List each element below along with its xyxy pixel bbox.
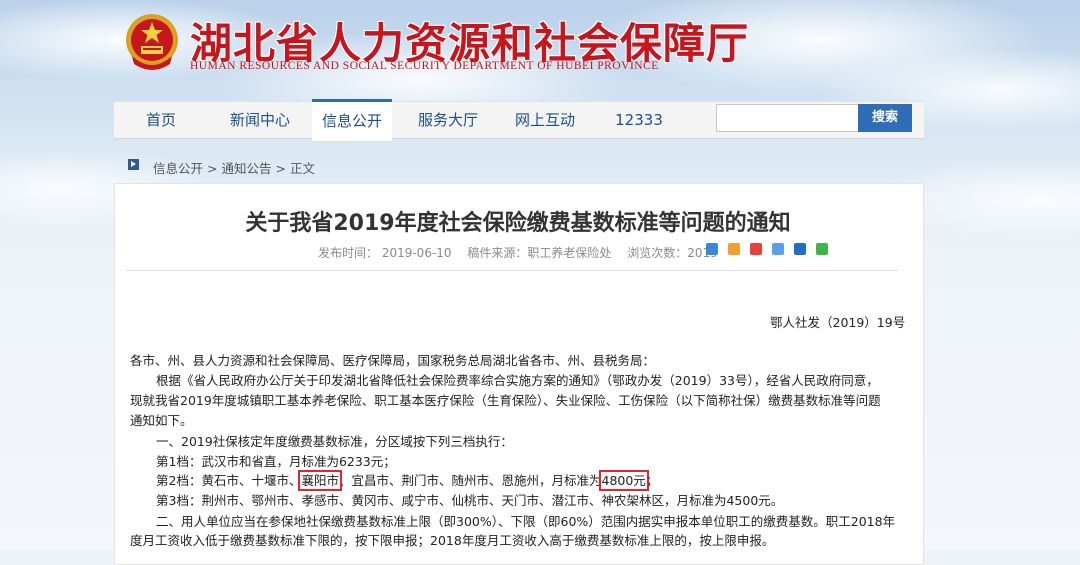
breadcrumb-notices[interactable]: 通知公告 <box>221 161 271 176</box>
article-source: 稿件来源：职工养老保险处 <box>467 246 612 260</box>
section-1-heading: 一、2019社保核定年度缴费基数标准，分区域按下列三档执行： <box>156 434 513 449</box>
view-count: 浏览次数：2019 <box>627 246 718 260</box>
paragraph-intro-line-2: 现就我省2019年度城镇职工基本养老保险、职工基本医疗保险（生育保险）、失业保险… <box>130 393 881 408</box>
national-emblem-icon <box>126 14 178 70</box>
tier-1-line: 第1档：武汉市和省直，月标准为6233元； <box>156 454 396 469</box>
tier-2-prefix: 第2档：黄石市、十堰市、 <box>156 473 302 488</box>
paragraph-intro-line-1: 根据《省人民政府办公厅关于印发湖北省降低社会保险费率综合实施方案的通知》（鄂政办… <box>156 373 879 388</box>
sina-weibo-share-icon[interactable] <box>750 243 763 255</box>
wechat-share-icon[interactable] <box>816 243 829 255</box>
title-divider <box>126 270 898 271</box>
breadcrumb-info-disclosure[interactable]: 信息公开 <box>153 161 203 176</box>
renren-share-icon[interactable] <box>794 243 807 255</box>
document-number: 鄂人社发（2019）19号 <box>770 315 906 330</box>
tier-3-line: 第3档：荆州市、鄂州市、孝感市、黄冈市、咸宁市、仙桃市、天门市、潜江市、神农架林… <box>156 493 784 508</box>
site-subtitle: HUMAN RESOURCES AND SOCIAL SECURITY DEPA… <box>190 60 659 72</box>
highlighted-city-xiangyang: 襄阳市 <box>298 470 342 491</box>
breadcrumb-current: 正文 <box>289 161 315 176</box>
nav-item-service-hall[interactable]: 服务大厅 <box>404 102 492 138</box>
highlighted-amount: 4800元 <box>598 470 649 491</box>
section-2-line-1: 二、用人单位应当在参保地社保缴费基数标准上限（即300%）、下限（即60%）范围… <box>156 514 896 529</box>
tencent-share-icon[interactable] <box>728 243 741 255</box>
pengyou-share-icon[interactable] <box>772 243 785 255</box>
tier-2-line: 第2档：黄石市、十堰市、襄阳市、宜昌市、荆门市、随州市、恩施州，月标准为4800… <box>130 470 659 491</box>
nav-item-online-interaction[interactable]: 网上互动 <box>498 102 592 138</box>
breadcrumb: 信息公开 > 通知公告 > 正文 <box>153 158 315 177</box>
tier-2-middle: 、宜昌市、荆门市、随州市、恩施州，月标准为 <box>338 473 602 488</box>
publish-date: 发布时间： 2019-06-10 <box>318 246 452 260</box>
breadcrumb-separator: > <box>275 161 286 176</box>
breadcrumb-arrow-icon <box>128 159 139 170</box>
search-input[interactable] <box>716 104 862 132</box>
nav-item-home[interactable]: 首页 <box>114 102 208 138</box>
share-bar <box>706 243 833 257</box>
tier-2-end: ； <box>645 473 659 488</box>
nav-item-12333[interactable]: 12333 <box>598 102 680 138</box>
search-button[interactable]: 搜索 <box>858 104 912 132</box>
paragraph-intro-line-3: 通知如下。 <box>130 413 193 428</box>
qzone-share-icon[interactable] <box>706 243 718 255</box>
salutation: 各市、州、县人力资源和社会保障局、医疗保障局，国家税务总局湖北省各市、州、县税务… <box>130 353 656 368</box>
nav-item-info-disclosure[interactable]: 信息公开 <box>312 99 392 141</box>
article-meta: 发布时间： 2019-06-10 稿件来源：职工养老保险处 浏览次数：2019 <box>318 244 718 261</box>
breadcrumb-separator: > <box>207 161 218 176</box>
section-2-line-2: 度月工资收入低于缴费基数标准下限的，按下限申报；2018年度月工资收入高于缴费基… <box>130 533 775 548</box>
article-title: 关于我省2019年度社会保险缴费基数标准等问题的通知 <box>245 211 791 236</box>
nav-item-news[interactable]: 新闻中心 <box>208 102 312 138</box>
